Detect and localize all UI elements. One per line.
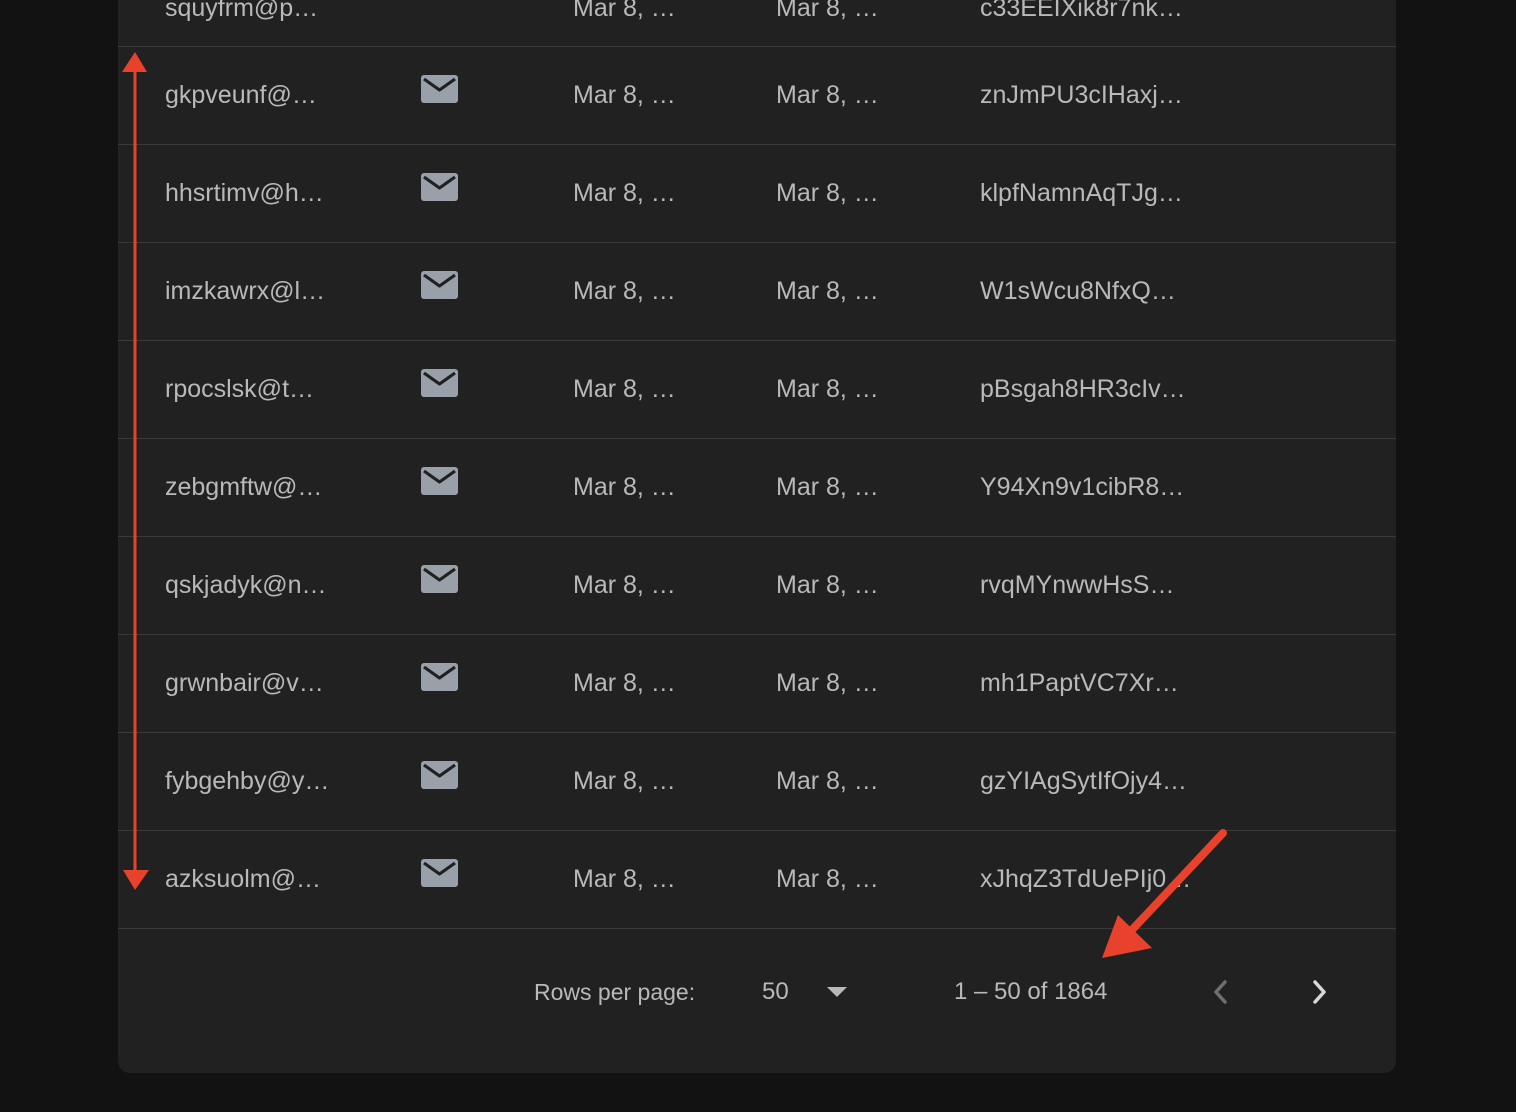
created-date-cell: Mar 8, …	[573, 571, 676, 599]
signed-in-date-cell: Mar 8, …	[776, 767, 879, 795]
user-email-cell: rpocslsk@t…	[165, 375, 315, 403]
user-email-cell: imzkawrx@l…	[165, 277, 326, 305]
user-uid-cell: gzYIAgSytIfOjy4…	[980, 767, 1188, 795]
pagination-range: 1 – 50 of 1864	[954, 978, 1108, 1005]
created-date-cell: Mar 8, …	[573, 473, 676, 501]
table-pagination: Rows per page: 50 1 – 50 of 1864	[118, 930, 1396, 1054]
user-email-cell: zebgmftw@…	[165, 473, 323, 501]
signed-in-date-cell: Mar 8, …	[776, 473, 879, 501]
users-table-body: squyfrm@p… Mar 8, … Mar 8, … c33EEIXik8r7nk…	[118, 0, 1396, 929]
users-table-card: squyfrm@p… Mar 8, … Mar 8, … c33EEIXik8r7nk…	[118, 0, 1396, 1073]
user-uid-cell: W1sWcu8NfxQ…	[980, 277, 1176, 305]
created-date-cell: Mar 8, …	[573, 277, 676, 305]
user-uid-cell: Y94Xn9v1cibR8…	[980, 473, 1185, 501]
signed-in-date-cell: Mar 8, …	[776, 375, 879, 403]
mail-icon	[421, 341, 458, 438]
signed-in-date-cell: Mar 8, …	[776, 669, 879, 697]
mail-icon	[421, 47, 458, 144]
created-date-cell: Mar 8, …	[573, 375, 676, 403]
created-date-cell: Mar 8, …	[573, 81, 676, 109]
signed-in-date-cell: Mar 8, …	[776, 277, 879, 305]
created-date-cell: Mar 8, …	[573, 767, 676, 795]
mail-icon	[421, 831, 458, 928]
table-row[interactable]: gkpveunf@… Mar 8, … Mar 8, … znJmPU3cIHaxj…	[118, 47, 1396, 145]
table-row[interactable]: imzkawrx@l… Mar 8, … Mar 8, … W1sWcu8NfxQ…	[118, 243, 1396, 341]
mail-icon	[421, 733, 458, 830]
mail-icon	[421, 439, 458, 536]
user-uid-cell: klpfNamnAqTJg…	[980, 179, 1183, 207]
table-row[interactable]: grwnbair@v… Mar 8, … Mar 8, … mh1PaptVC7Xr…	[118, 635, 1396, 733]
signed-in-date-cell: Mar 8, …	[776, 0, 879, 22]
created-date-cell: Mar 8, …	[573, 179, 676, 207]
table-row[interactable]: azksuolm@… Mar 8, … Mar 8, … xJhqZ3TdUePIj0…	[118, 831, 1396, 929]
user-email-cell: fybgehby@y…	[165, 767, 330, 795]
mail-icon	[421, 145, 458, 242]
signed-in-date-cell: Mar 8, …	[776, 81, 879, 109]
user-email-cell: qskjadyk@n…	[165, 571, 327, 599]
created-date-cell: Mar 8, …	[573, 0, 676, 22]
dropdown-caret-icon[interactable]	[826, 930, 848, 1054]
table-row[interactable]: fybgehby@y… Mar 8, … Mar 8, … gzYIAgSytIfOj…	[118, 733, 1396, 831]
created-date-cell: Mar 8, …	[573, 865, 676, 893]
user-email-cell: grwnbair@v…	[165, 669, 324, 697]
table-row[interactable]: squyfrm@p… Mar 8, … Mar 8, … c33EEIXik8r7nk…	[118, 0, 1396, 47]
rows-per-page-select[interactable]: 50	[762, 930, 789, 1054]
signed-in-date-cell: Mar 8, …	[776, 179, 879, 207]
mail-icon	[421, 635, 458, 732]
user-uid-cell: xJhqZ3TdUePIj0…	[980, 865, 1192, 893]
user-uid-cell: rvqMYnwwHsS…	[980, 571, 1175, 599]
mail-icon	[421, 537, 458, 634]
table-row[interactable]: hhsrtimv@h… Mar 8, … Mar 8, … klpfNamnAqTJg…	[118, 145, 1396, 243]
mail-icon	[421, 243, 458, 340]
user-uid-cell: mh1PaptVC7Xr…	[980, 669, 1179, 697]
user-email-cell: hhsrtimv@h…	[165, 179, 324, 207]
mail-icon	[421, 0, 458, 50]
signed-in-date-cell: Mar 8, …	[776, 571, 879, 599]
table-row[interactable]: rpocslsk@t… Mar 8, … Mar 8, … pBsgah8HR3cIv…	[118, 341, 1396, 439]
created-date-cell: Mar 8, …	[573, 669, 676, 697]
chevron-left-icon[interactable]	[1206, 930, 1236, 1054]
rows-per-page-label: Rows per page:	[534, 978, 696, 1005]
user-email-cell: squyfrm@p…	[165, 0, 319, 22]
user-email-cell: gkpveunf@…	[165, 81, 317, 109]
user-uid-cell: znJmPU3cIHaxj…	[980, 81, 1183, 109]
user-uid-cell: pBsgah8HR3cIv…	[980, 375, 1186, 403]
table-row[interactable]: qskjadyk@n… Mar 8, … Mar 8, … rvqMYnwwHsS…	[118, 537, 1396, 635]
user-email-cell: azksuolm@…	[165, 865, 321, 893]
signed-in-date-cell: Mar 8, …	[776, 865, 879, 893]
chevron-right-icon[interactable]	[1304, 930, 1334, 1054]
user-uid-cell: c33EEIXik8r7nk…	[980, 0, 1183, 22]
table-row[interactable]: zebgmftw@… Mar 8, … Mar 8, … Y94Xn9v1cibR8…	[118, 439, 1396, 537]
